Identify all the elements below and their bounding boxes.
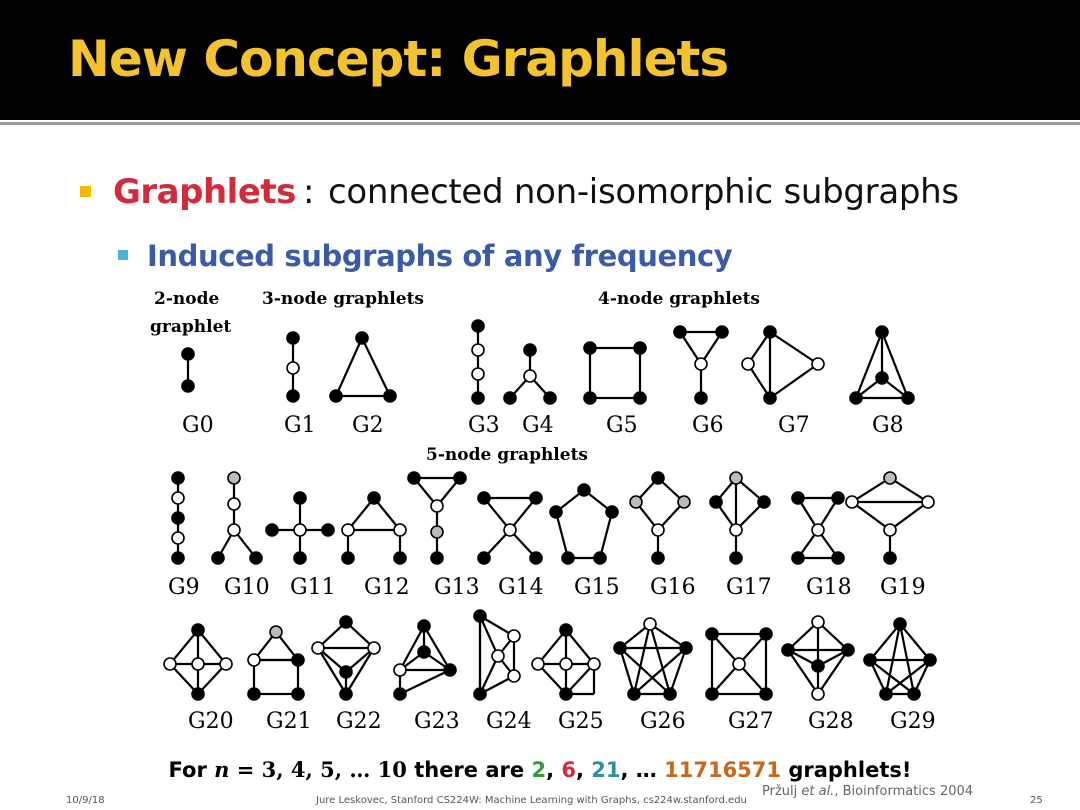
count-3node: 2 [531, 758, 547, 782]
title-divider [0, 122, 1080, 125]
statement-sep-1: , [546, 758, 562, 782]
citation: Pržulj et al., Bioinformatics 2004 [762, 784, 973, 799]
slide-title: New Concept: Graphlets [68, 30, 729, 88]
section-2node-label: 2-node [154, 289, 219, 309]
statement-n: n [214, 757, 230, 782]
label-g4: G4 [522, 413, 554, 438]
label-g23: G23 [414, 709, 460, 734]
statement-suffix: graphlets! [781, 758, 912, 782]
label-g9: G9 [168, 575, 200, 600]
label-g5: G5 [606, 413, 638, 438]
graphlet-count-statement: For n = 3, 4, 5, … 10 there are 2, 6, 21… [0, 757, 1080, 782]
label-g15: G15 [574, 575, 620, 600]
label-g3: G3 [468, 413, 500, 438]
label-g8: G8 [872, 413, 904, 438]
citation-etal: et al. [801, 784, 835, 799]
citation-rest: , Bioinformatics 2004 [834, 784, 974, 799]
bullet-definition: connected non-isomorphic subgraphs [328, 172, 959, 212]
statement-mid: there are [406, 758, 532, 782]
label-g7: G7 [778, 413, 810, 438]
label-g26: G26 [640, 709, 686, 734]
label-g0: G0 [182, 413, 214, 438]
footer-course: Jure Leskovec, Stanford CS224W: Machine … [316, 795, 747, 806]
count-5node: 21 [591, 758, 621, 782]
footer-page-number: 25 [1030, 795, 1043, 806]
label-g6: G6 [692, 413, 724, 438]
citation-author: Pržulj [762, 784, 802, 799]
label-g13: G13 [434, 575, 480, 600]
statement-n-values: = 3, 4, 5, … 10 [229, 757, 407, 782]
label-g27: G27 [728, 709, 774, 734]
label-g17: G17 [726, 575, 772, 600]
label-g18: G18 [806, 575, 852, 600]
count-4node: 6 [561, 758, 576, 782]
label-g21: G21 [266, 709, 312, 734]
label-g25: G25 [558, 709, 604, 734]
label-g24: G24 [486, 709, 532, 734]
subbullet-square-icon [118, 250, 128, 260]
label-g19: G19 [880, 575, 926, 600]
count-10node: 11716571 [664, 758, 782, 782]
bullet-square-icon [80, 186, 91, 197]
section-3node-label: 3-node graphlets [262, 289, 424, 309]
label-g10: G10 [224, 575, 270, 600]
label-g22: G22 [336, 709, 382, 734]
section-5node-label: 5-node graphlets [426, 445, 588, 465]
label-g2: G2 [352, 413, 384, 438]
statement-sep-2: , [575, 758, 592, 782]
subbullet-text: Induced subgraphs of any frequency [147, 239, 733, 273]
label-g1: G1 [284, 413, 316, 438]
label-g16: G16 [650, 575, 696, 600]
label-g28: G28 [808, 709, 854, 734]
bullet-graphlets-term: Graphlets [113, 172, 296, 212]
label-g20: G20 [188, 709, 234, 734]
label-g11: G11 [290, 575, 336, 600]
label-g14: G14 [498, 575, 544, 600]
section-4node-label: 4-node graphlets [598, 289, 760, 309]
label-g29: G29 [890, 709, 936, 734]
bullet-colon: : [303, 172, 315, 212]
footer-date: 10/9/18 [66, 795, 105, 806]
section-2node-label-b: graphlet [150, 317, 231, 337]
statement-prefix: For [168, 758, 215, 782]
graphlet-nodes [163, 319, 937, 701]
statement-sep-3: , … [620, 758, 665, 782]
label-g12: G12 [364, 575, 410, 600]
graphlets-figure: 2-node graphlet 3-node graphlets 4-node … [150, 289, 937, 734]
